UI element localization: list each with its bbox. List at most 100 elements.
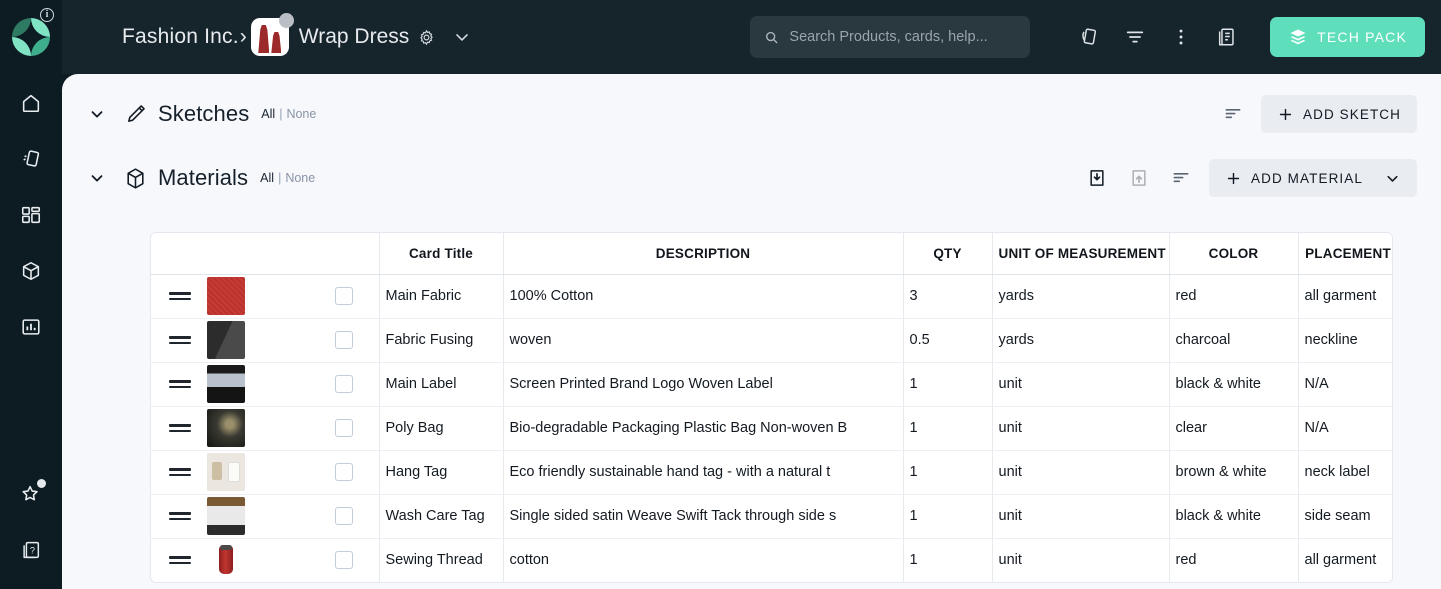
row-checkbox[interactable] [334,375,353,393]
row-checkbox[interactable] [334,287,353,305]
cell-placement[interactable]: neckline [1298,318,1392,363]
cell-qty[interactable]: 1 [903,538,993,582]
cell-color[interactable]: clear [1169,406,1299,451]
info-icon[interactable]: i [40,8,54,22]
search-box[interactable] [750,16,1031,58]
table-row[interactable]: Sewing Thread cotton 1 unit red all garment [151,538,1392,582]
materials-import-button[interactable] [1079,160,1115,196]
cell-placement[interactable]: N/A [1298,406,1392,451]
sketches-select-none[interactable]: None [286,107,316,121]
cell-placement[interactable]: N/A [1298,362,1392,407]
notes-button[interactable] [1204,14,1250,60]
drag-handle-icon[interactable] [169,336,195,344]
row-checkbox[interactable] [334,419,353,437]
add-material-dropdown[interactable] [1384,170,1401,187]
cell-color[interactable]: black & white [1169,362,1299,407]
cell-qty[interactable]: 0.5 [903,318,993,363]
cell-uom[interactable]: unit [992,362,1170,407]
sidebar-item-home[interactable] [14,86,48,120]
drag-handle-icon[interactable] [169,292,195,300]
cell-card-title[interactable]: Wash Care Tag [379,494,504,539]
cell-description[interactable]: Screen Printed Brand Logo Woven Label [503,362,904,407]
sketches-select-all[interactable]: All [261,107,275,121]
material-thumbnail-poly-bag[interactable] [207,409,245,447]
sidebar-item-help[interactable]: ? [14,533,48,567]
product-settings-button[interactable] [417,28,436,47]
row-checkbox[interactable] [334,507,353,525]
cell-placement[interactable]: all garment [1298,274,1392,319]
search-input[interactable] [789,29,1017,45]
column-header-unit-of-measurement[interactable]: UNIT OF MEASUREMENT [992,233,1170,275]
column-header-qty[interactable]: QTY [903,233,993,275]
cell-description[interactable]: cotton [503,538,904,582]
sidebar-item-cards[interactable] [14,142,48,176]
materials-export-button[interactable] [1121,160,1157,196]
sketches-collapse-toggle[interactable] [84,101,110,127]
cell-description[interactable]: 100% Cotton [503,274,904,319]
table-row[interactable]: Fabric Fusing woven 0.5 yards charcoal neckli… [151,318,1392,363]
drag-handle-icon[interactable] [169,556,195,564]
cell-color[interactable]: red [1169,274,1299,319]
materials-select-all[interactable]: All [260,171,274,185]
column-header-card-title[interactable]: Card Title [379,233,504,275]
cell-qty[interactable]: 1 [903,362,993,407]
column-header-description[interactable]: DESCRIPTION [503,233,904,275]
cell-uom[interactable]: unit [992,450,1170,495]
cell-card-title[interactable]: Poly Bag [379,406,504,451]
cell-placement[interactable]: all garment [1298,538,1392,582]
cell-description[interactable]: woven [503,318,904,363]
table-row[interactable]: Wash Care Tag Single sided satin Weave Sw… [151,494,1392,539]
cell-color[interactable]: red [1169,538,1299,582]
cell-color[interactable]: black & white [1169,494,1299,539]
material-thumbnail-wash-care-tag[interactable] [207,497,245,535]
material-thumbnail-main-label[interactable] [207,365,245,403]
material-thumbnail-main-fabric[interactable] [207,277,245,315]
add-material-button[interactable]: ADD MATERIAL [1209,159,1417,197]
cell-card-title[interactable]: Sewing Thread [379,538,504,582]
cell-card-title[interactable]: Hang Tag [379,450,504,495]
table-row[interactable]: Hang Tag Eco friendly sustainable hand ta… [151,450,1392,495]
cell-uom[interactable]: yards [992,318,1170,363]
cell-description[interactable]: Bio-degradable Packaging Plastic Bag Non… [503,406,904,451]
column-header-placement[interactable]: PLACEMENT [1298,233,1392,275]
sidebar-item-products[interactable] [14,254,48,288]
materials-select-none[interactable]: None [285,171,315,185]
table-row[interactable]: Main Label Screen Printed Brand Logo Wove… [151,362,1392,407]
drag-handle-icon[interactable] [169,424,195,432]
product-thumbnail[interactable] [250,13,294,56]
row-checkbox[interactable] [334,331,353,349]
cell-description[interactable]: Eco friendly sustainable hand tag - with… [503,450,904,495]
cell-qty[interactable]: 3 [903,274,993,319]
row-checkbox[interactable] [334,463,353,481]
material-thumbnail-hang-tag[interactable] [207,453,245,491]
sidebar-item-boards[interactable] [14,198,48,232]
cell-color[interactable]: brown & white [1169,450,1299,495]
cell-uom[interactable]: unit [992,494,1170,539]
cell-placement[interactable]: side seam [1298,494,1392,539]
column-header-color[interactable]: COLOR [1169,233,1299,275]
breadcrumb-organization[interactable]: Fashion Inc. [122,25,239,49]
cell-qty[interactable]: 1 [903,494,993,539]
filter-button[interactable] [1112,14,1158,60]
add-sketch-button[interactable]: ADD SKETCH [1260,95,1417,133]
cell-description[interactable]: Single sided satin Weave Swift Tack thro… [503,494,904,539]
app-logo[interactable]: i [0,0,62,74]
cell-uom[interactable]: unit [992,538,1170,582]
cell-uom[interactable]: yards [992,274,1170,319]
sidebar-item-favorites[interactable] [14,477,48,511]
more-options-button[interactable] [1158,14,1204,60]
materials-sort-button[interactable] [1163,160,1199,196]
tech-pack-button[interactable]: TECH PACK [1270,17,1425,57]
sketches-sort-button[interactable] [1215,96,1251,132]
cell-qty[interactable]: 1 [903,406,993,451]
row-checkbox[interactable] [334,551,353,569]
cell-card-title[interactable]: Main Fabric [379,274,504,319]
drag-handle-icon[interactable] [169,468,195,476]
cell-color[interactable]: charcoal [1169,318,1299,363]
material-thumbnail-sewing-thread[interactable] [207,541,245,579]
cards-button[interactable] [1066,14,1112,60]
cell-placement[interactable]: neck label [1298,450,1392,495]
drag-handle-icon[interactable] [169,380,195,388]
materials-collapse-toggle[interactable] [84,165,110,191]
drag-handle-icon[interactable] [169,512,195,520]
